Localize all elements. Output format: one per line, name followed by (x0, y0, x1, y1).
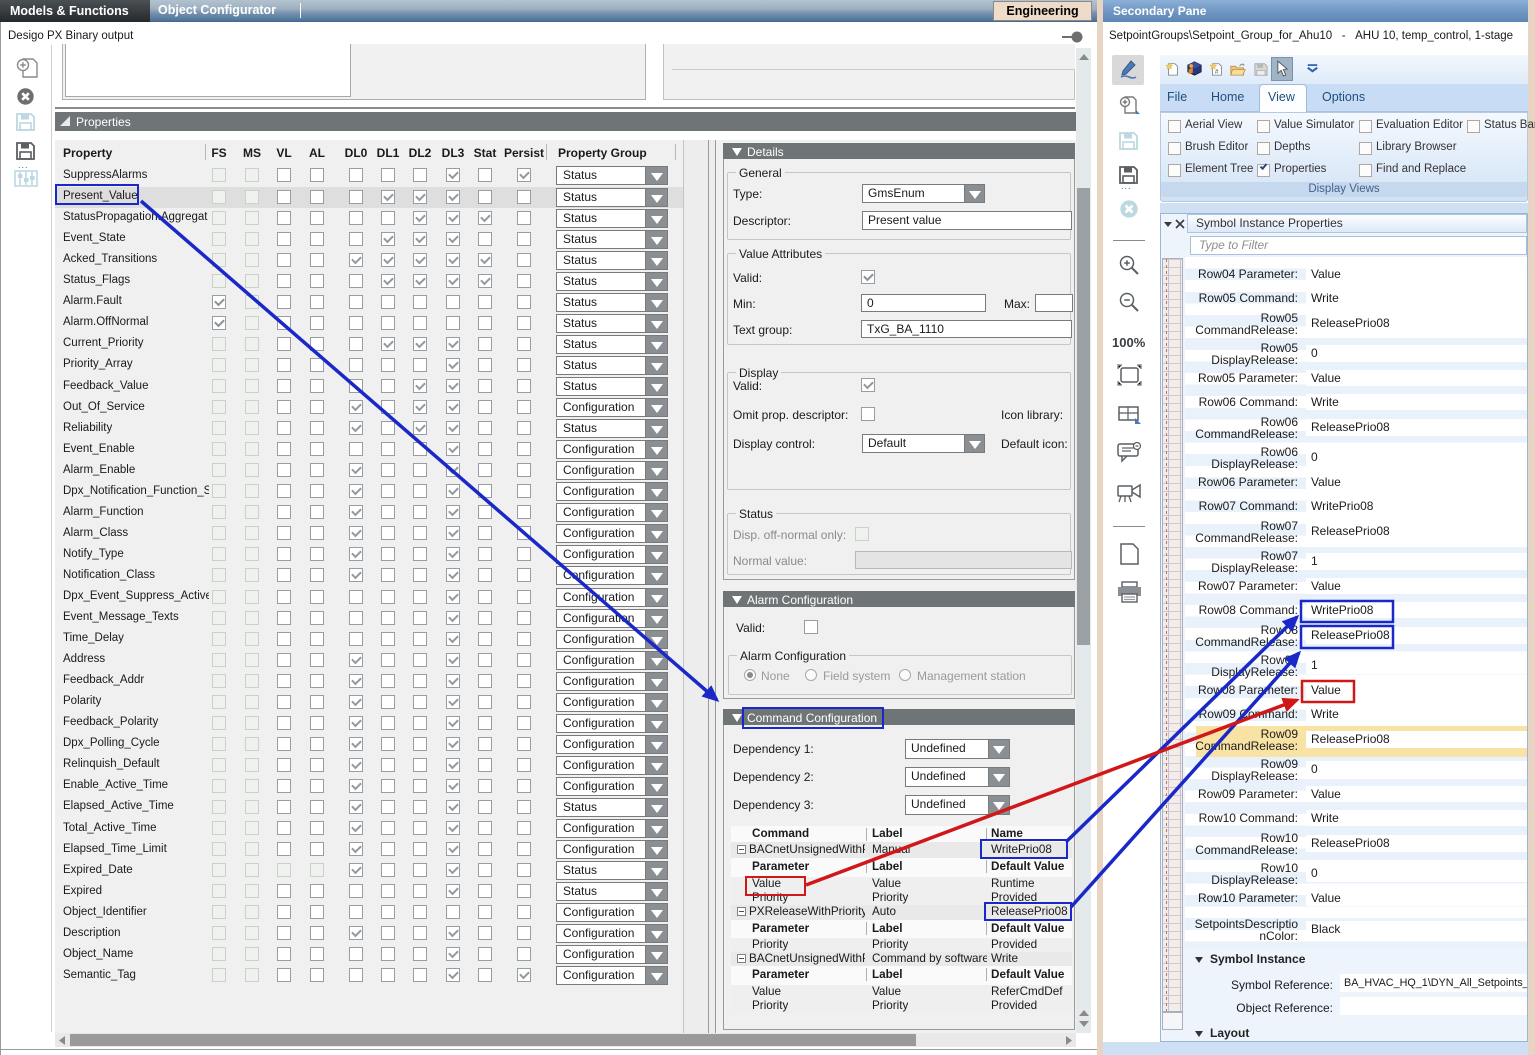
svg-text:#: # (1215, 68, 1219, 75)
